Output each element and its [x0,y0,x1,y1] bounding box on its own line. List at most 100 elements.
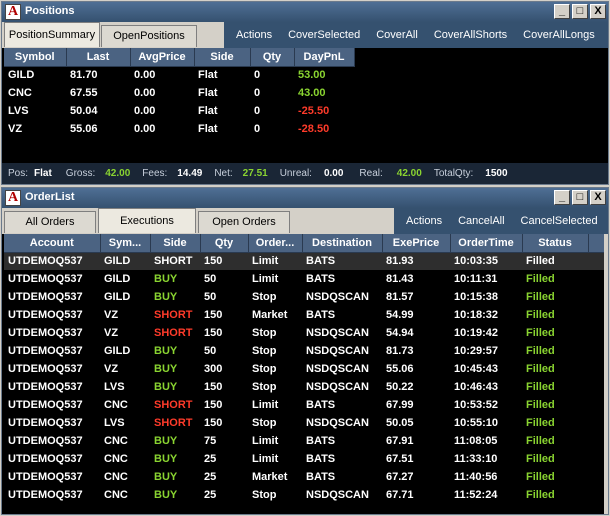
col-qty[interactable]: Qty [250,48,295,67]
cell-exeprice: 81.73 [386,345,414,357]
table-row[interactable]: UTDEMOQ537 GILD BUY 50 Stop NSDQSCAN 81.73 10:2… [4,342,606,360]
cell-daypnl: 43.00 [298,87,326,99]
cover-all-shorts-button[interactable]: CoverAllShorts [426,29,515,41]
table-row[interactable]: UTDEMOQ537 VZ SHORT 150 Stop NSDQSCAN 54.94 10:… [4,324,606,342]
cover-all-longs-button[interactable]: CoverAllLongs [515,29,603,41]
cover-all-button[interactable]: CoverAll [368,29,426,41]
tab-all-orders[interactable]: All Orders [4,211,96,233]
table-row[interactable]: UTDEMOQ537 CNC BUY 25 Stop NSDQSCAN 67.71 11:52… [4,486,606,504]
cell-exeprice: 50.05 [386,417,414,429]
table-row[interactable]: GILD 81.70 0.00 Flat 0 53.00 [4,66,354,84]
status-fees: 14.49 [177,168,203,179]
tab-open-orders[interactable]: Open Orders [198,211,290,233]
table-row[interactable]: UTDEMOQ537 LVS BUY 150 Stop NSDQSCAN 50.22 10:4… [4,378,606,396]
col-symbol[interactable]: Sym... [100,234,151,253]
table-row[interactable]: UTDEMOQ537 GILD BUY 50 Limit BATS 81.43 10:11:3… [4,270,606,288]
positions-titlebar[interactable]: A Positions _ □ X [2,2,608,22]
col-exeprice[interactable]: ExePrice [382,234,451,253]
cell-status: Filled [526,453,555,465]
col-avgprice[interactable]: AvgPrice [130,48,195,67]
cell-qty: 150 [200,252,248,270]
cell-account: UTDEMOQ537 [8,453,83,465]
cell-qty: 25 [204,489,217,501]
tab-executions[interactable]: Executions [98,208,196,233]
status-gross: 42.00 [105,168,131,179]
minimize-button[interactable]: _ [554,190,570,205]
cancel-selected-button[interactable]: CancelSelected [513,215,606,227]
table-row[interactable]: UTDEMOQ537 CNC SHORT 150 Limit BATS 67.99 10:53… [4,396,606,414]
table-row[interactable]: UTDEMOQ537 GILD BUY 50 Stop NSDQSCAN 81.57 10:1… [4,288,606,306]
col-qty[interactable]: Qty [200,234,249,253]
cell-status: Filled [526,273,555,285]
cell-qty: 150 [204,417,223,429]
tab-open-positions[interactable]: OpenPositions [101,25,197,47]
cell-exeprice: 81.93 [382,252,450,270]
table-row[interactable]: UTDEMOQ537 LVS SHORT 150 Stop NSDQSCAN 50.05 10… [4,414,606,432]
cell-qty: 25 [204,471,217,483]
cell-status: Filled [526,327,555,339]
col-daypnl[interactable]: DayPnL [294,48,355,67]
status-unreal: 0.00 [323,168,344,179]
orders-scrollbar[interactable] [604,234,608,514]
cell-symbol: GILD [104,345,131,357]
maximize-button[interactable]: □ [572,4,588,19]
col-symbol[interactable]: Symbol [4,48,67,67]
table-row[interactable]: UTDEMOQ537 GILD SHORT 150 Limit BATS 81.93 10:0… [4,252,606,270]
cell-symbol: GILD [104,273,131,285]
cell-side: SHORT [154,417,193,429]
cell-qty: 0 [254,69,261,82]
cell-symbol: LVS [104,381,125,393]
tab-position-summary[interactable]: PositionSummary [4,22,100,47]
cell-ordertime: 10:18:32 [454,309,499,321]
cell-side: BUY [154,435,178,447]
col-side[interactable]: Side [194,48,251,67]
table-row[interactable]: UTDEMOQ537 VZ BUY 300 Stop NSDQSCAN 55.06 10:45… [4,360,606,378]
col-ordertime[interactable]: OrderTime [450,234,523,253]
col-account[interactable]: Account [4,234,101,253]
table-row[interactable]: UTDEMOQ537 CNC BUY 75 Limit BATS 67.91 11:08:05… [4,432,606,450]
cell-side: BUY [154,345,178,357]
close-button[interactable]: X [590,190,606,205]
table-row[interactable]: UTDEMOQ537 CNC BUY 25 Market BATS 67.27 11:40:5… [4,468,606,486]
cell-symbol: VZ [104,363,119,375]
positions-toolbar: PositionSummary OpenPositions Actions Co… [2,22,608,48]
cell-side: Flat [198,69,218,82]
table-row[interactable]: LVS 50.04 0.00 Flat 0 -25.50 [4,102,354,120]
cell-status: Filled [526,381,555,393]
col-side[interactable]: Side [150,234,201,253]
col-destination[interactable]: Destination [302,234,383,253]
minimize-button[interactable]: _ [554,4,570,19]
cell-ordertime: 10:03:35 [450,252,522,270]
col-last[interactable]: Last [66,48,131,67]
actions-menu[interactable]: Actions [394,215,450,227]
orderlist-titlebar[interactable]: A OrderList _ □ X [2,188,608,208]
table-row[interactable]: UTDEMOQ537 VZ SHORT 150 Market BATS 54.99 10:18… [4,306,606,324]
cover-selected-button[interactable]: CoverSelected [280,29,368,41]
cell-symbol: VZ [104,327,119,339]
col-status[interactable]: Status [522,234,589,253]
actions-menu[interactable]: Actions [224,29,280,41]
positions-action-bar: Actions CoverSelected CoverAll CoverAllS… [224,22,608,48]
maximize-button[interactable]: □ [572,190,588,205]
cell-qty: 150 [204,309,223,321]
table-row[interactable]: CNC 67.55 0.00 Flat 0 43.00 [4,84,354,102]
table-row[interactable]: UTDEMOQ537 CNC BUY 25 Limit BATS 67.51 11:33:10… [4,450,606,468]
positions-title: Positions [25,5,75,17]
col-order-type[interactable]: Order... [248,234,303,253]
cell-destination: NSDQSCAN [306,381,369,393]
cancel-all-button[interactable]: CancelAll [450,215,512,227]
cell-qty: 50 [204,291,217,303]
cell-ordertime: 11:52:24 [454,489,498,501]
cell-symbol: CNC [104,399,128,411]
cell-side: Flat [198,87,218,99]
cell-qty: 0 [254,87,261,99]
cell-ordertime: 10:53:52 [454,399,499,411]
cell-symbol: CNC [104,435,128,447]
cell-status: Filled [526,291,555,303]
status-totalqty: 1500 [485,168,508,179]
close-button[interactable]: X [590,4,606,19]
table-row[interactable]: VZ 55.06 0.00 Flat 0 -28.50 [4,120,354,138]
cell-last: 81.70 [70,69,98,82]
cell-ordertime: 11:40:56 [454,471,498,483]
cell-side: BUY [154,291,178,303]
